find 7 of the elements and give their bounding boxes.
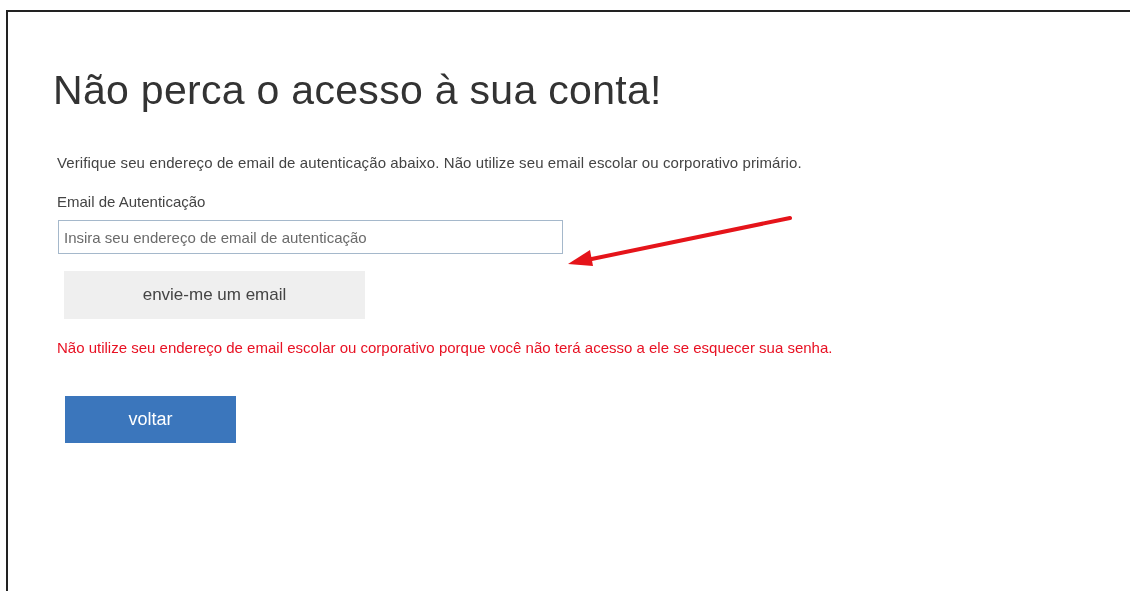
warning-text: Não utilize seu endereço de email escolar ou corporativo porque você não terá acesso a ele se esquecer sua senha. (57, 339, 833, 356)
page-title: Não perca o acesso à sua conta! (53, 66, 662, 115)
email-input-field[interactable]: Insira seu endereço de email de autenticação (58, 220, 563, 254)
instruction-text: Verifique seu endereço de email de autenticação abaixo. Não utilize seu email escolar ou corporativo primário. (57, 154, 802, 171)
field-label: Email de Autenticação (57, 193, 206, 210)
back-button[interactable]: voltar (65, 396, 236, 443)
send-email-button[interactable]: envie-me um email (64, 271, 365, 319)
